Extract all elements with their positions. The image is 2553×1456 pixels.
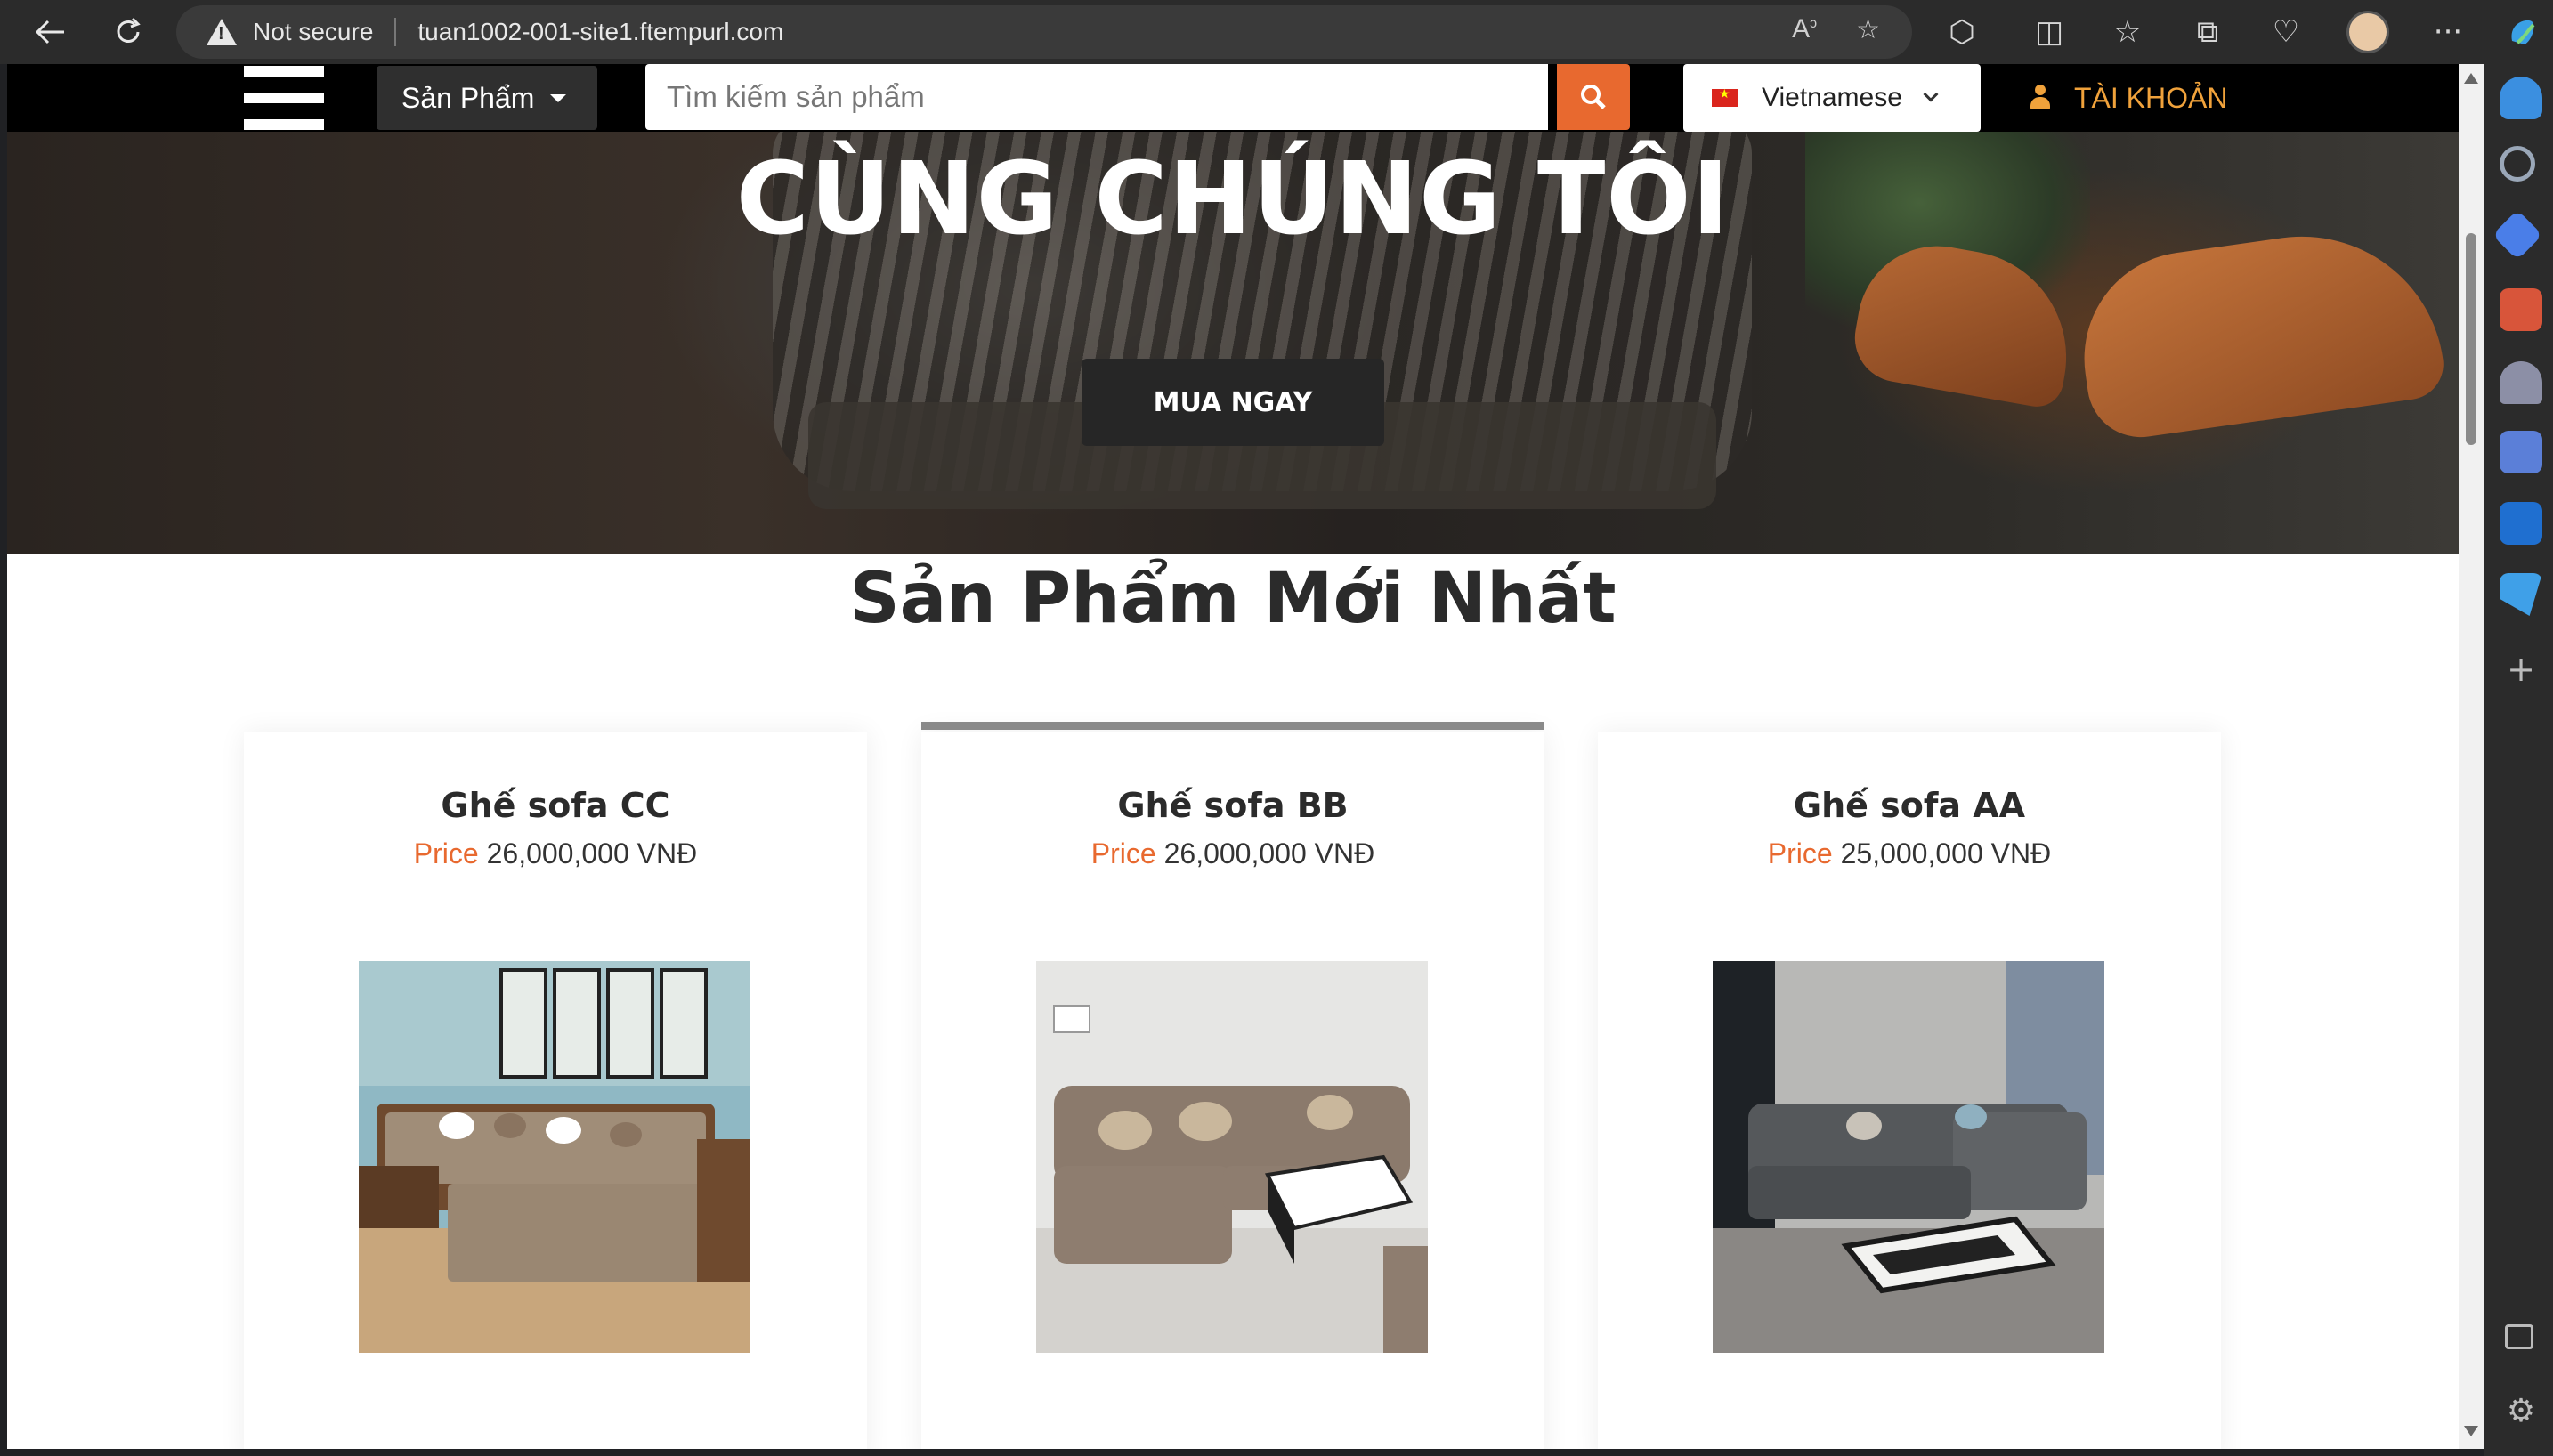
category-label: Sản Phẩm xyxy=(401,81,535,114)
microsoft-365-icon[interactable] xyxy=(2500,431,2542,473)
search-sidebar-icon[interactable] xyxy=(2500,146,2535,182)
product-name[interactable]: Ghế sofa BB xyxy=(921,786,1544,825)
hero-banner: CÙNG CHÚNG TÔI MUA NGAY xyxy=(7,64,2459,554)
outlook-icon[interactable] xyxy=(2500,502,2542,545)
reload-icon[interactable] xyxy=(105,9,151,55)
vietnam-flag-icon xyxy=(1712,86,1738,107)
language-select[interactable]: Vietnamese xyxy=(1683,64,1981,132)
shopping-tag-icon[interactable] xyxy=(2492,209,2543,261)
product-price: Price 25,000,000 VNĐ xyxy=(1598,837,2221,870)
section-title: Sản Phẩm Mới Nhất xyxy=(849,559,1617,639)
browser-sidebar: + ⚙ xyxy=(2484,64,2553,1456)
hero-title: CÙNG CHÚNG TÔI xyxy=(735,142,1730,257)
product-name[interactable]: Ghế sofa CC xyxy=(244,786,867,825)
beige-sofa-image[interactable] xyxy=(1036,961,1428,1353)
hide-sidebar-icon[interactable] xyxy=(2505,1324,2533,1349)
lounge-chair-image xyxy=(2071,218,2448,444)
language-label: Vietnamese xyxy=(1762,83,1902,112)
product-card[interactable]: Ghế sofa AA Price 25,000,000 VNĐ xyxy=(1598,732,2221,1449)
site-header: Sản Phẩm Vietnamese TÀI KHOẢN xyxy=(7,64,2459,132)
read-aloud-icon[interactable]: Aↄ xyxy=(1792,14,1817,45)
back-arrow-icon[interactable] xyxy=(27,9,73,55)
profile-avatar[interactable] xyxy=(2346,11,2389,53)
price-label: Price xyxy=(1090,837,1156,870)
split-screen-icon[interactable]: ◫ xyxy=(2028,11,2071,53)
scroll-down-arrow-icon[interactable] xyxy=(2464,1426,2478,1436)
warning-icon xyxy=(207,19,237,45)
price-value: 26,000,000 VNĐ xyxy=(1163,837,1375,870)
address-divider xyxy=(394,18,397,46)
address-bar[interactable]: Not secure tuan1002-001-site1.ftempurl.c… xyxy=(176,5,1912,59)
account-label: TÀI KHOẢN xyxy=(2074,81,2228,114)
settings-gear-icon[interactable]: ⚙ xyxy=(2503,1394,2539,1429)
games-chess-icon[interactable] xyxy=(2500,361,2542,404)
tools-briefcase-icon[interactable] xyxy=(2500,288,2542,331)
add-sidebar-icon[interactable]: + xyxy=(2503,651,2539,687)
price-label: Price xyxy=(413,837,479,870)
copilot-sidebar-icon[interactable] xyxy=(2500,77,2542,119)
product-card[interactable]: Ghế sofa BB Price 26,000,000 VNĐ xyxy=(921,722,1544,1449)
collections-icon[interactable]: ⧉ xyxy=(2186,11,2229,53)
search-button[interactable] xyxy=(1557,64,1630,130)
price-value: 26,000,000 VNĐ xyxy=(486,837,698,870)
category-dropdown[interactable]: Sản Phẩm xyxy=(377,66,597,130)
buy-now-button[interactable]: MUA NGAY xyxy=(1082,359,1384,446)
account-link[interactable]: TÀI KHOẢN xyxy=(2030,64,2227,132)
price-value: 25,000,000 VNĐ xyxy=(1840,837,2052,870)
price-label: Price xyxy=(1767,837,1833,870)
gray-leather-sofa-image[interactable] xyxy=(1713,961,2104,1353)
search-box xyxy=(645,64,1548,130)
url-text[interactable]: tuan1002-001-site1.ftempurl.com xyxy=(417,18,783,46)
page-scrollbar[interactable] xyxy=(2459,64,2484,1449)
favorites-icon[interactable]: ☆ xyxy=(2106,11,2149,53)
more-menu-icon[interactable]: ··· xyxy=(2427,11,2469,53)
drop-icon[interactable] xyxy=(2500,573,2542,616)
search-input[interactable] xyxy=(645,64,1548,130)
security-label[interactable]: Not secure xyxy=(253,18,373,46)
hamburger-menu-icon[interactable] xyxy=(244,64,324,132)
favorite-star-icon[interactable]: ☆ xyxy=(1856,14,1880,45)
product-name[interactable]: Ghế sofa AA xyxy=(1598,786,2221,825)
chevron-down-icon xyxy=(1923,86,1939,102)
web-page: CÙNG CHÚNG TÔI MUA NGAY Sản Phẩm Vietnam… xyxy=(7,64,2459,1449)
caret-down-icon xyxy=(550,93,567,102)
browser-toolbar: Not secure tuan1002-001-site1.ftempurl.c… xyxy=(0,0,2553,64)
product-price: Price 26,000,000 VNĐ xyxy=(244,837,867,870)
scroll-thumb[interactable] xyxy=(2466,233,2476,445)
scroll-up-arrow-icon[interactable] xyxy=(2464,73,2478,84)
browser-essentials-icon[interactable]: ♡ xyxy=(2265,11,2307,53)
wooden-sofa-image[interactable] xyxy=(359,961,750,1353)
product-card[interactable]: Ghế sofa CC Price 26,000,000 VNĐ xyxy=(244,732,867,1449)
product-price: Price 26,000,000 VNĐ xyxy=(921,837,1544,870)
user-icon xyxy=(2030,85,2051,111)
extensions-icon[interactable]: ⬡ xyxy=(1941,11,1983,53)
search-icon xyxy=(1581,85,1606,109)
copilot-icon[interactable] xyxy=(2501,11,2544,53)
